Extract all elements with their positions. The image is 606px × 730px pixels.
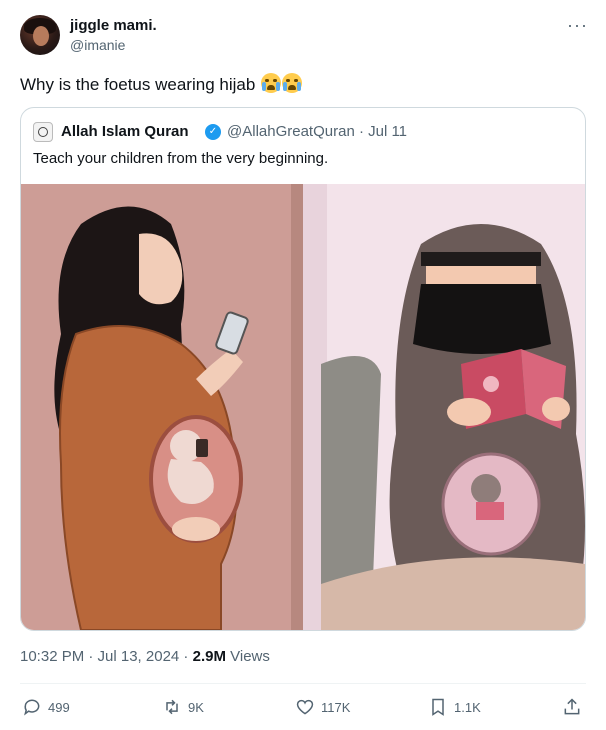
quoted-tweet-header: Allah Islam Quran ✓ @AllahGreatQuran · J…	[33, 122, 573, 142]
divider	[20, 683, 586, 684]
like-count: 117K	[321, 699, 351, 715]
reply-button[interactable]: 499	[22, 697, 70, 717]
repost-button[interactable]: 9K	[162, 697, 204, 717]
bookmark-button[interactable]: 1.1K	[428, 697, 481, 717]
quoted-tweet[interactable]: Allah Islam Quran ✓ @AllahGreatQuran · J…	[20, 107, 586, 631]
views-label: Views	[225, 648, 270, 665]
repost-count: 9K	[188, 699, 204, 715]
reply-count: 499	[48, 699, 70, 715]
tweet-text: Why is the foetus wearing hijab	[20, 73, 303, 95]
tweet-body: Why is the foetus wearing hijab	[20, 75, 256, 94]
timestamp[interactable]: 10:32 PM · Jul 13, 2024 ·	[20, 648, 193, 665]
author-handle[interactable]: @imanie	[70, 37, 125, 53]
action-bar: 499 9K 117K 1.1K	[22, 697, 588, 721]
loudly-crying-face-icon	[282, 73, 303, 93]
quoted-author-handle[interactable]: @AllahGreatQuran · Jul 11	[227, 123, 407, 140]
views-count: 2.9M	[192, 648, 226, 665]
share-button[interactable]	[562, 697, 582, 717]
repost-icon	[166, 699, 178, 715]
quoted-tweet-image[interactable]	[21, 184, 585, 630]
loudly-crying-face-icon	[261, 73, 282, 93]
verified-badge-icon: ✓	[205, 124, 221, 140]
bookmark-count: 1.1K	[454, 699, 481, 715]
quoted-author-avatar[interactable]	[33, 122, 53, 142]
like-button[interactable]: 117K	[295, 697, 350, 717]
tweet-header: jiggle mami. @imanie ···	[20, 15, 590, 59]
share-icon	[564, 698, 580, 715]
reply-icon	[24, 699, 40, 716]
tweet-meta: 10:32 PM · Jul 13, 2024 · 2.9M Views	[20, 648, 270, 665]
heart-icon	[296, 699, 314, 715]
author-name[interactable]: jiggle mami.	[70, 17, 157, 34]
quoted-author-name[interactable]: Allah Islam Quran	[61, 123, 189, 140]
quoted-tweet-text: Teach your children from the very beginn…	[33, 150, 329, 167]
more-options-icon[interactable]: ···	[567, 15, 588, 36]
author-avatar[interactable]	[20, 15, 60, 55]
bookmark-icon	[432, 698, 444, 716]
